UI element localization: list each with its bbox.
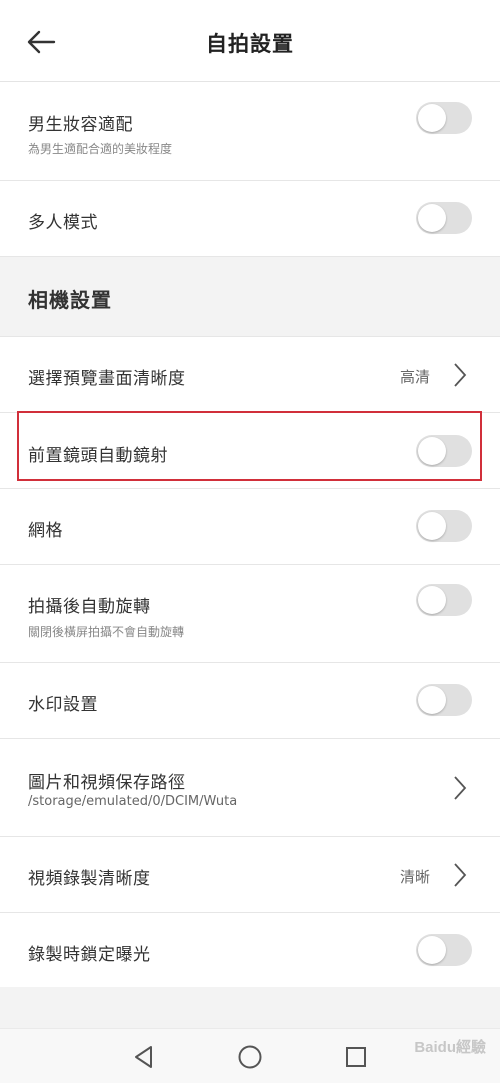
- toggle-knob: [418, 586, 446, 614]
- chevron-right-icon: [454, 363, 467, 387]
- baidu-watermark: Baidu經驗: [414, 1039, 486, 1056]
- toggle-knob: [418, 686, 446, 714]
- setting-label: 男生妝容適配: [28, 115, 133, 135]
- setting-lock-exposure[interactable]: 錄製時鎖定曝光: [0, 913, 500, 989]
- setting-watermark[interactable]: 水印設置: [0, 663, 500, 739]
- setting-value: 清晰: [399, 868, 430, 886]
- square-recents-icon[interactable]: [341, 1042, 371, 1072]
- setting-label: 選擇預覽畫面清晰度: [28, 369, 186, 389]
- grid-toggle[interactable]: [416, 510, 472, 542]
- setting-label: 錄製時鎖定曝光: [28, 945, 151, 965]
- multi-person-toggle[interactable]: [416, 202, 472, 234]
- setting-preview-quality[interactable]: 選擇預覽畫面清晰度 高清: [0, 337, 500, 413]
- toggle-knob: [418, 104, 446, 132]
- setting-save-path[interactable]: 圖片和視頻保存路徑 /storage/emulated/0/DCIM/Wuta: [0, 739, 500, 837]
- auto-rotate-toggle[interactable]: [416, 584, 472, 616]
- setting-label: 拍攝後自動旋轉: [28, 597, 151, 617]
- save-path-value: /storage/emulated/0/DCIM/Wuta: [28, 794, 238, 809]
- setting-auto-rotate[interactable]: 拍攝後自動旋轉 關閉後橫屏拍攝不會自動旋轉: [0, 565, 500, 663]
- setting-label: 多人模式: [28, 213, 98, 233]
- setting-value: 高清: [399, 368, 430, 386]
- setting-description: 關閉後橫屏拍攝不會自動旋轉: [28, 625, 185, 639]
- setting-label: 水印設置: [28, 695, 98, 715]
- setting-label: 網格: [28, 521, 63, 541]
- setting-grid[interactable]: 網格: [0, 489, 500, 565]
- toggle-knob: [418, 437, 446, 465]
- setting-multi-person[interactable]: 多人模式: [0, 181, 500, 257]
- setting-male-makeup[interactable]: 男生妝容適配 為男生適配合適的美妝程度: [0, 82, 500, 181]
- bottom-spacer: [0, 987, 500, 1028]
- lock-exposure-toggle[interactable]: [416, 934, 472, 966]
- setting-front-mirror[interactable]: 前置鏡頭自動鏡射: [0, 413, 500, 489]
- chevron-right-icon: [454, 863, 467, 887]
- setting-label: 前置鏡頭自動鏡射: [28, 446, 168, 466]
- section-title: 相機設置: [28, 288, 112, 312]
- chevron-right-icon: [454, 776, 467, 800]
- watermark-toggle[interactable]: [416, 684, 472, 716]
- setting-label: 視頻錄製清晰度: [28, 869, 151, 889]
- male-makeup-toggle[interactable]: [416, 102, 472, 134]
- setting-video-quality[interactable]: 視頻錄製清晰度 清晰: [0, 837, 500, 913]
- circle-home-icon[interactable]: [235, 1042, 265, 1072]
- page-title: 自拍設置: [206, 32, 294, 56]
- front-mirror-toggle[interactable]: [416, 435, 472, 467]
- setting-description: 為男生適配合適的美妝程度: [28, 142, 173, 156]
- triangle-back-icon[interactable]: [129, 1042, 159, 1072]
- header-bar: 自拍設置: [0, 0, 500, 82]
- toggle-knob: [418, 204, 446, 232]
- setting-label: 圖片和視頻保存路徑: [28, 773, 186, 793]
- section-camera-settings: 相機設置: [0, 257, 500, 337]
- toggle-knob: [418, 512, 446, 540]
- toggle-knob: [418, 936, 446, 964]
